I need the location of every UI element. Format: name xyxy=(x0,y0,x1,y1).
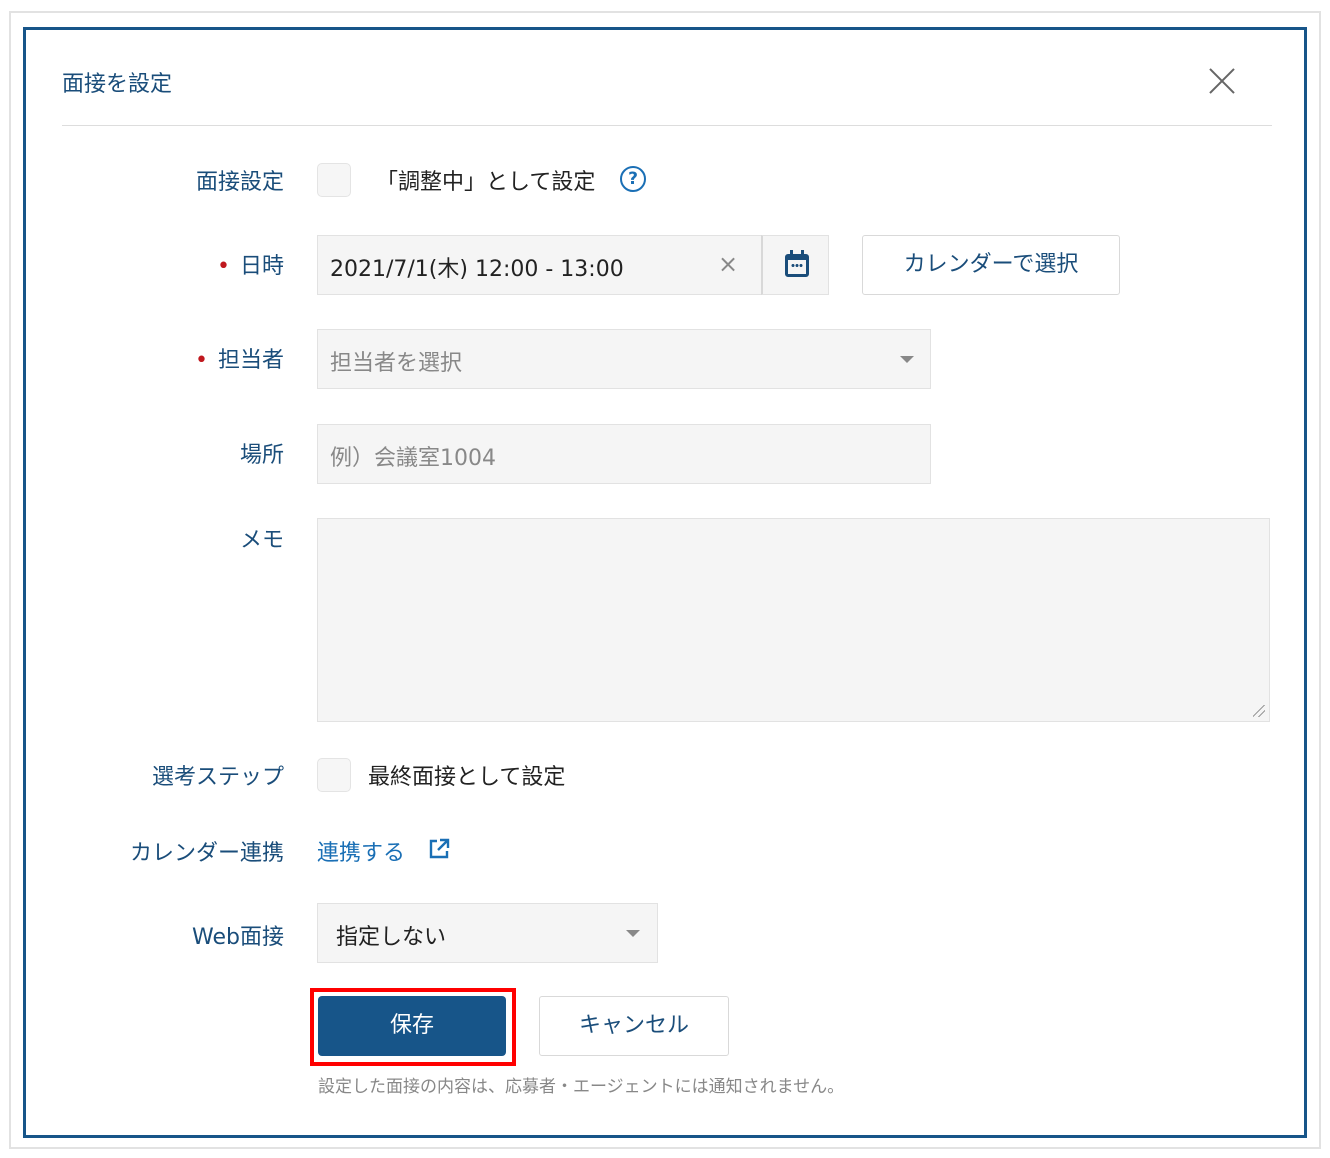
assignee-select[interactable]: 担当者を選択 xyxy=(317,329,931,389)
calendar-icon xyxy=(785,250,809,277)
close-icon[interactable] xyxy=(1206,66,1238,98)
selection-step-label: 選考ステップ xyxy=(151,765,284,790)
final-interview-checkbox-label: 最終面接として設定 xyxy=(368,765,566,790)
location-placeholder: 例）会議室1004 xyxy=(330,446,496,471)
location-input[interactable]: 例）会議室1004 xyxy=(317,424,931,484)
modal-header: 面接を設定 xyxy=(62,30,1272,126)
location-label: 場所 xyxy=(239,443,284,468)
web-interview-select[interactable]: 指定しない xyxy=(317,903,658,963)
chevron-down-icon xyxy=(900,356,914,363)
calendar-picker-button[interactable] xyxy=(761,235,829,295)
cancel-button[interactable]: キャンセル xyxy=(539,996,729,1056)
assignee-label-text: 担当者 xyxy=(217,348,284,373)
save-button[interactable]: 保存 xyxy=(318,996,506,1056)
external-link-icon[interactable] xyxy=(428,838,450,860)
memo-textarea[interactable] xyxy=(317,518,1270,722)
datetime-input[interactable]: 2021/7/1(木) 12:00 - 13:00 × xyxy=(317,235,762,295)
datetime-value: 2021/7/1(木) 12:00 - 13:00 xyxy=(330,257,624,282)
final-interview-checkbox[interactable] xyxy=(317,758,351,792)
calendar-connect-link[interactable]: 連携する xyxy=(317,835,405,867)
chevron-down-icon xyxy=(626,930,640,937)
calendar-link-label: カレンダー連携 xyxy=(129,841,284,866)
adjusting-checkbox-label: 「調整中」として設定 xyxy=(376,170,596,195)
web-interview-label: Web面接 xyxy=(192,925,284,950)
help-icon[interactable]: ? xyxy=(620,166,646,192)
required-mark: • xyxy=(195,348,208,373)
memo-label: メモ xyxy=(239,528,284,553)
required-mark: • xyxy=(217,254,230,279)
assignee-placeholder: 担当者を選択 xyxy=(330,351,463,376)
notification-note: 設定した面接の内容は、応募者・エージェントには通知されません。 xyxy=(318,1077,845,1097)
adjusting-checkbox[interactable] xyxy=(317,163,351,197)
interview-settings-modal: 面接を設定 面接設定 「調整中」として設定 ? • 日時 2021/7/1(木) … xyxy=(23,27,1307,1138)
select-on-calendar-button[interactable]: カレンダーで選択 xyxy=(862,235,1120,295)
clear-icon[interactable]: × xyxy=(718,250,738,278)
resize-handle-icon[interactable] xyxy=(1253,705,1265,717)
datetime-label-text: 日時 xyxy=(239,254,284,279)
web-interview-value: 指定しない xyxy=(336,925,447,950)
interview-setting-label: 面接設定 xyxy=(195,170,284,195)
datetime-label: • 日時 xyxy=(44,248,284,280)
assignee-label: • 担当者 xyxy=(44,342,284,374)
modal-title: 面接を設定 xyxy=(62,72,173,97)
